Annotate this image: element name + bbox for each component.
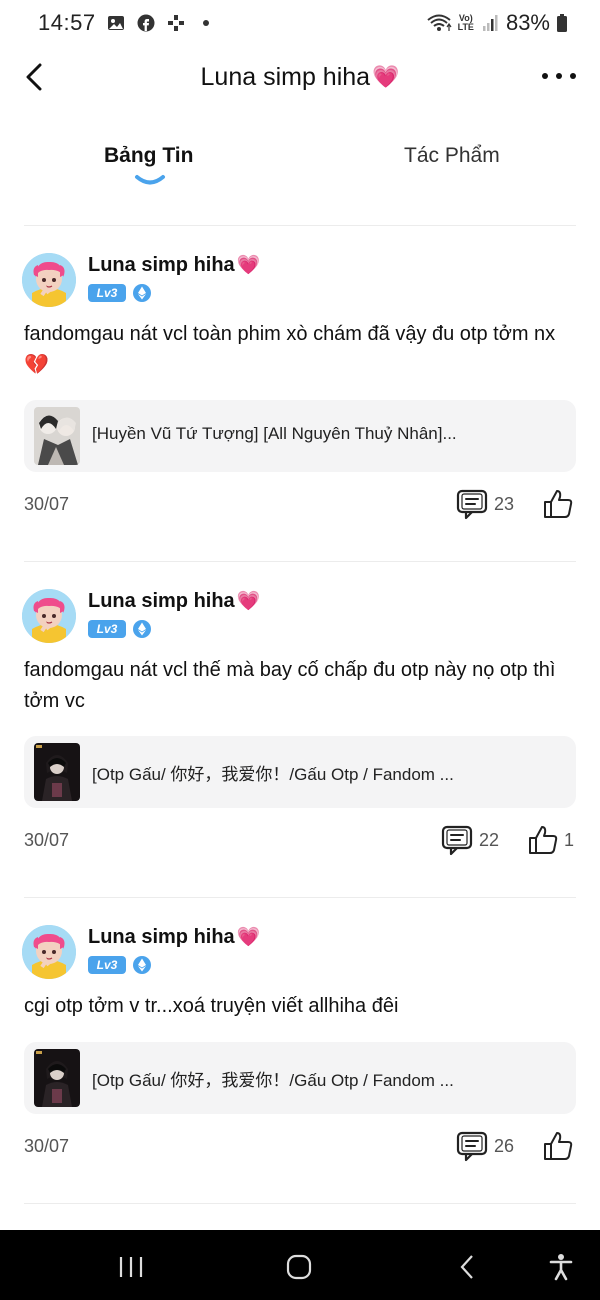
avatar[interactable] [22,253,76,307]
post-footer: 30/07 26 [0,1130,600,1166]
app-header: Luna simp hiha 💗 [0,46,600,108]
post-card[interactable]: Luna simp hiha 💗 Lv3 fandomgau nát vcl t… [0,589,600,869]
comment-count: 26 [494,1136,515,1156]
avatar[interactable] [22,925,76,979]
work-title: [Huyền Vũ Tứ Tượng] [All Nguyên Thuỷ Nhâ… [92,424,457,443]
back-nav-button[interactable] [452,1252,482,1282]
work-title: [Otp Gấu/ 你好，我爱你！/Gấu Otp / Fandom ... [92,765,454,784]
work-cover-thumbnail [34,743,80,801]
back-nav-icon [460,1255,473,1279]
level-badge: Lv3 [88,620,126,638]
heart-emoji-icon: 💗 [236,255,261,276]
post-footer: 30/07 23 [0,488,600,524]
level-badge: Lv3 [88,284,126,302]
volte-lte-icon: Vo) LTE [458,14,474,32]
accessibility-icon [549,1254,573,1281]
recent-apps-icon [119,1257,143,1277]
author-name[interactable]: Luna simp hiha [88,926,235,949]
more-dot-icon [570,73,576,79]
thumbs-up-icon[interactable] [542,1130,574,1162]
author-badges: Lv3 [88,955,152,975]
more-dot-icon [556,73,562,79]
author-row: Luna simp hiha 💗 [88,589,260,613]
author-name[interactable]: Luna simp hiha [88,254,235,277]
post-date: 30/07 [24,830,70,850]
status-bar: 14:57 Vo) LTE 83% [0,0,600,46]
level-badge: Lv3 [88,956,126,974]
author-badges: Lv3 [88,283,152,303]
work-title: [Otp Gấu/ 你好，我爱你！/Gấu Otp / Fandom ... [92,1071,454,1090]
page-title: Luna simp hiha [200,62,371,91]
accessibility-button[interactable] [546,1252,576,1282]
battery-percentage: 83% [505,10,550,35]
post-date: 30/07 [24,494,70,514]
game-controller-icon [166,13,186,33]
system-navigation-bar [0,1230,600,1300]
battery-icon [556,13,568,33]
work-cover-thumbnail [34,1049,80,1107]
author-row: Luna simp hiha 💗 [88,253,260,277]
facebook-icon [136,13,156,33]
recent-apps-button[interactable] [116,1252,146,1282]
tab-bang-tin[interactable]: Bảng Tin [104,144,193,168]
gallery-icon [106,13,126,33]
more-dot-icon [542,73,548,79]
lte-label: LTE [457,22,474,32]
divider [24,561,576,562]
divider [24,225,576,226]
author-row: Luna simp hiha 💗 [88,925,260,949]
post-card[interactable]: Luna simp hiha 💗 Lv3 fandomgau nát vcl t… [0,253,600,533]
back-button[interactable] [18,60,50,94]
verified-diamond-icon [133,284,151,302]
tab-bar: Bảng Tin Tác Phẩm [0,130,600,200]
linked-work-card[interactable]: [Otp Gấu/ 你好，我爱你！/Gấu Otp / Fandom ... [24,736,576,808]
wifi-icon [426,13,452,33]
verified-diamond-icon [133,956,151,974]
linked-work-card[interactable]: [Otp Gấu/ 你好，我爱你！/Gấu Otp / Fandom ... [24,1042,576,1114]
heart-emoji-icon: 💗 [236,927,261,948]
home-button[interactable] [284,1252,314,1282]
status-left: 14:57 [38,10,216,36]
author-badges: Lv3 [88,619,152,639]
post-text: cgi otp tởm v tr...xoá truyện viết allhi… [24,995,399,1017]
header-title-wrap: Luna simp hiha 💗 [201,63,400,92]
divider [24,1203,576,1204]
like-count: 1 [564,830,575,850]
more-options-button[interactable] [542,64,576,88]
comment-icon[interactable] [441,824,473,856]
author-name[interactable]: Luna simp hiha [88,590,235,613]
heart-emoji-icon: 💗 [236,591,261,612]
verified-diamond-icon [133,620,151,638]
work-cover-thumbnail [34,407,80,465]
linked-work-card[interactable]: [Huyền Vũ Tứ Tượng] [All Nguyên Thuỷ Nhâ… [24,400,576,472]
comment-icon[interactable] [456,1130,488,1162]
chevron-left-icon [26,63,42,91]
comment-icon[interactable] [456,488,488,520]
post-text: fandomgau nát vcl toàn phim xò chám đã v… [24,323,556,376]
status-time: 14:57 [38,10,96,35]
thumbs-up-icon[interactable] [542,488,574,520]
signal-icon [480,13,500,33]
avatar[interactable] [22,589,76,643]
post-date: 30/07 [24,1136,70,1156]
post-text: fandomgau nát vcl thế mà bay cố chấp đu … [24,659,556,712]
comment-count: 23 [494,494,515,514]
divider [24,897,576,898]
home-icon [286,1254,312,1280]
tab-active-indicator [135,175,165,185]
tab-tac-pham[interactable]: Tác Phẩm [404,144,500,168]
post-card[interactable]: Luna simp hiha 💗 Lv3 cgi otp tởm v tr...… [0,925,600,1185]
post-footer: 30/07 22 1 [0,824,600,860]
status-right: Vo) LTE 83% [426,10,568,36]
comment-count: 22 [479,830,500,850]
notification-dot [196,13,216,33]
heart-emoji-icon: 💗 [372,64,400,89]
thumbs-up-icon[interactable] [527,824,559,856]
